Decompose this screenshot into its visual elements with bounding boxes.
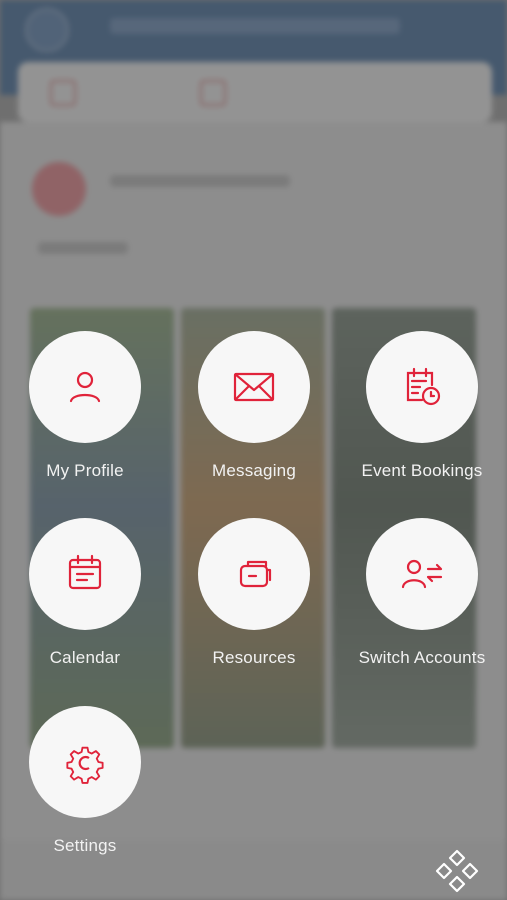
user-icon xyxy=(69,371,101,403)
calendar-icon xyxy=(68,554,102,590)
calendar-button[interactable] xyxy=(29,518,141,630)
settings-label: Settings xyxy=(53,836,117,855)
calendar-clock-icon xyxy=(406,367,441,406)
event-bookings-label: Event Bookings xyxy=(361,461,483,480)
my-profile-button[interactable] xyxy=(29,331,141,443)
resources-label: Resources xyxy=(212,648,296,667)
switch-accounts-button[interactable] xyxy=(366,518,478,630)
resources-icon xyxy=(239,560,272,588)
menu-toggle-button[interactable] xyxy=(434,848,480,894)
messaging-label: Messaging xyxy=(211,461,296,480)
menu-item-switch-accounts[interactable]: Switch Accounts xyxy=(338,518,506,668)
menu-item-event-bookings[interactable]: Event Bookings xyxy=(338,331,506,481)
gear-icon xyxy=(66,746,104,784)
messaging-button[interactable] xyxy=(198,331,310,443)
menu-item-resources[interactable]: Resources xyxy=(170,518,338,668)
menu-item-settings[interactable]: Settings xyxy=(1,706,169,856)
calendar-label: Calendar xyxy=(49,648,121,667)
my-profile-label: My Profile xyxy=(46,461,124,480)
menu-item-my-profile[interactable]: My Profile xyxy=(1,331,169,481)
menu-item-calendar[interactable]: Calendar xyxy=(1,518,169,668)
menu-diamonds-icon xyxy=(435,849,479,893)
envelope-icon xyxy=(233,372,275,402)
event-bookings-button[interactable] xyxy=(366,331,478,443)
switch-accounts-label: Switch Accounts xyxy=(358,648,486,667)
switch-accounts-icon xyxy=(401,559,443,589)
resources-button[interactable] xyxy=(198,518,310,630)
menu-item-messaging[interactable]: Messaging xyxy=(170,331,338,481)
settings-button[interactable] xyxy=(29,706,141,818)
